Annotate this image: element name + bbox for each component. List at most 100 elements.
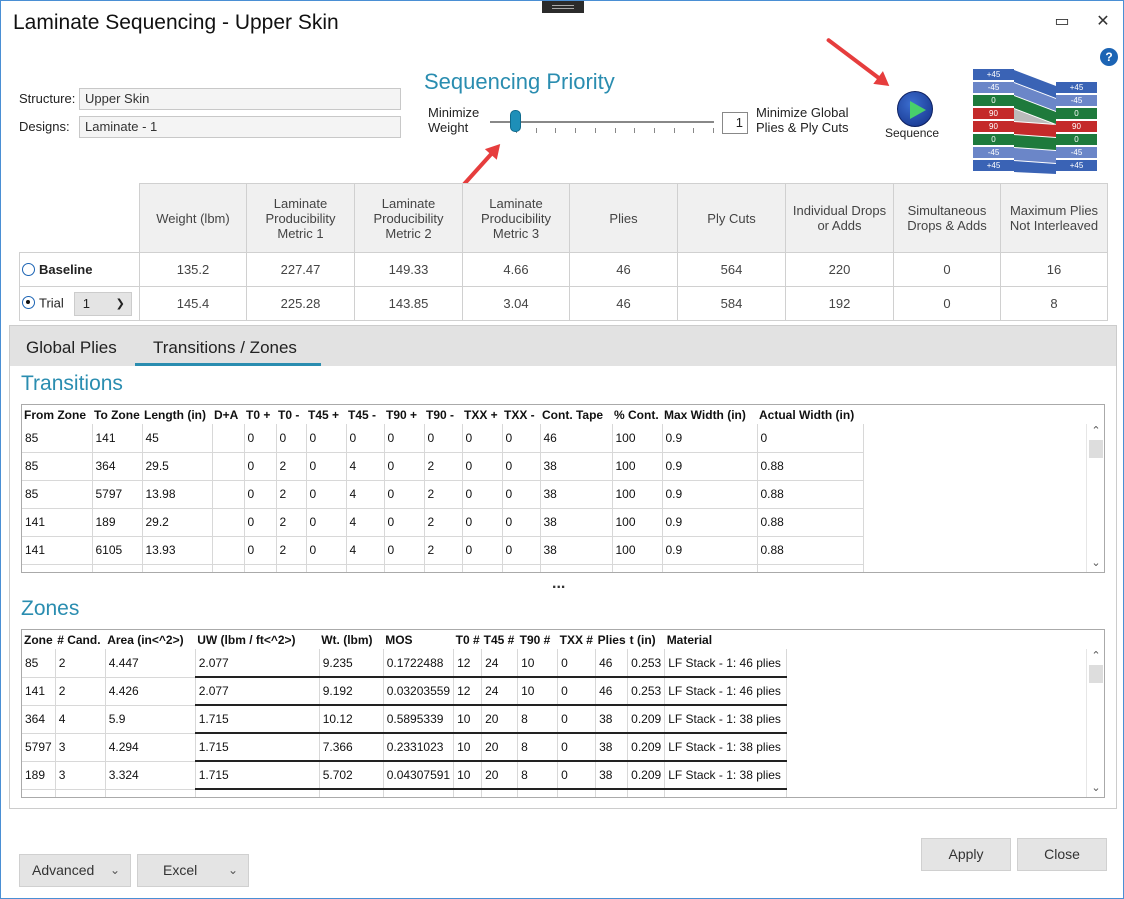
close-button[interactable]: Close xyxy=(1017,838,1107,871)
table-cell[interactable]: 0 xyxy=(462,480,503,509)
table-cell[interactable]: 0 xyxy=(462,452,503,481)
table-cell[interactable]: 100 xyxy=(612,452,663,481)
table-row[interactable]: 85 5797 13.98 0 2 0 4 0 2 0 0 38 100 0.9 0.88 xyxy=(22,480,864,509)
table-cell[interactable]: 10.12 xyxy=(319,705,384,734)
table-cell[interactable]: 5.9 xyxy=(105,705,196,734)
column-header[interactable]: TXX - xyxy=(502,405,540,424)
table-cell[interactable]: 8 xyxy=(517,705,559,734)
table-cell[interactable]: 0.9 xyxy=(662,508,758,537)
baseline-radio[interactable] xyxy=(22,263,35,276)
table-cell[interactable]: 12 xyxy=(453,677,483,706)
table-cell[interactable]: 4.447 xyxy=(105,649,196,678)
table-cell[interactable]: 13.93 xyxy=(142,536,213,565)
table-cell[interactable]: LF Stack - 1: 46 plies xyxy=(664,649,788,678)
trial-select[interactable]: 1 ❯ xyxy=(73,291,132,316)
table-cell[interactable]: 0 xyxy=(244,424,277,453)
table-cell[interactable]: 100 xyxy=(612,480,663,509)
table-cell[interactable]: 20 xyxy=(481,733,519,762)
table-cell[interactable]: 46 xyxy=(595,649,629,678)
table-cell[interactable]: 4 xyxy=(346,452,385,481)
scroll-up-icon[interactable]: ⌃ xyxy=(1091,651,1101,662)
table-cell[interactable]: 0 xyxy=(384,480,425,509)
table-cell[interactable] xyxy=(212,424,245,453)
table-cell[interactable]: 24 xyxy=(481,649,519,678)
table-cell[interactable]: 29.5 xyxy=(142,452,213,481)
table-cell[interactable]: 46 xyxy=(540,424,613,453)
baseline-row[interactable]: Baseline 135.2 227.47 149.33 4.66 46 564… xyxy=(19,252,1108,287)
table-cell[interactable]: 8 xyxy=(517,733,559,762)
table-cell[interactable]: 0 xyxy=(306,480,347,509)
column-header[interactable]: Zone xyxy=(22,630,55,649)
table-cell[interactable]: 9.192 xyxy=(319,677,384,706)
scroll-down-icon[interactable]: ⌄ xyxy=(1091,783,1101,794)
table-cell[interactable]: 0.03203559 xyxy=(383,677,455,706)
scroll-down-icon[interactable]: ⌄ xyxy=(1091,558,1101,569)
scroll-thumb[interactable] xyxy=(1089,440,1103,458)
table-cell[interactable]: 141 xyxy=(22,536,93,565)
table-cell[interactable]: 0.5895339 xyxy=(383,705,455,734)
table-cell[interactable]: 4 xyxy=(346,480,385,509)
column-header[interactable]: TXX + xyxy=(462,405,502,424)
table-cell[interactable]: 1.715 xyxy=(195,733,320,762)
table-cell[interactable]: 0.209 xyxy=(627,733,666,762)
table-cell[interactable]: 0 xyxy=(557,733,597,762)
table-cell[interactable]: 0 xyxy=(306,536,347,565)
table-cell[interactable]: 189 xyxy=(22,761,56,790)
table-cell[interactable]: 3.324 xyxy=(105,761,196,790)
table-cell[interactable]: 6105 xyxy=(92,536,143,565)
close-window-button[interactable]: ✕ xyxy=(1092,11,1114,33)
table-cell[interactable]: 38 xyxy=(540,536,613,565)
table-cell[interactable]: LF Stack - 1: 38 plies xyxy=(664,705,788,734)
transitions-scrollbar[interactable]: ⌃ ⌄ xyxy=(1086,424,1104,572)
excel-dropdown-button[interactable]: Excel ⌄ xyxy=(137,854,249,887)
drag-grip[interactable] xyxy=(542,1,584,13)
table-cell[interactable]: 0 xyxy=(502,508,541,537)
table-cell[interactable] xyxy=(212,536,245,565)
table-cell[interactable] xyxy=(212,508,245,537)
column-header[interactable]: T45 - xyxy=(346,405,384,424)
tab-global-plies[interactable]: Global Plies xyxy=(26,338,117,358)
column-header[interactable]: Plies xyxy=(596,630,628,649)
priority-slider-thumb[interactable] xyxy=(509,110,521,132)
table-cell[interactable]: 10 xyxy=(517,649,559,678)
table-cell[interactable]: 0 xyxy=(244,452,277,481)
table-cell[interactable]: 4 xyxy=(346,536,385,565)
table-cell[interactable]: 141 xyxy=(92,424,143,453)
column-header[interactable]: T90 - xyxy=(424,405,462,424)
table-row[interactable]: 189 3 3.324 1.715 5.702 0.04307591 10 20 8 0 38 0.2… xyxy=(22,761,788,790)
column-header[interactable]: Max Width (in) xyxy=(662,405,757,424)
table-cell[interactable]: 5.702 xyxy=(319,761,384,790)
table-cell[interactable]: 0 xyxy=(306,508,347,537)
table-cell[interactable]: 10 xyxy=(517,677,559,706)
table-cell[interactable]: 38 xyxy=(540,508,613,537)
table-cell[interactable]: 0 xyxy=(276,424,307,453)
zones-scrollbar[interactable]: ⌃ ⌄ xyxy=(1086,649,1104,797)
table-cell[interactable]: 100 xyxy=(612,508,663,537)
trial-radio[interactable] xyxy=(22,295,35,309)
table-cell[interactable]: 0 xyxy=(462,508,503,537)
column-header[interactable]: T45 # xyxy=(482,630,518,649)
table-cell[interactable]: 0 xyxy=(502,452,541,481)
baseline-radio-cell[interactable]: Baseline xyxy=(19,252,140,287)
table-cell[interactable]: 2.077 xyxy=(195,677,320,706)
table-cell[interactable]: 2 xyxy=(424,508,463,537)
table-cell[interactable]: 0 xyxy=(502,424,541,453)
table-cell[interactable]: 364 xyxy=(92,452,143,481)
table-cell[interactable]: 0.9 xyxy=(662,480,758,509)
table-cell[interactable]: 0 xyxy=(244,536,277,565)
scroll-up-icon[interactable]: ⌃ xyxy=(1091,426,1101,437)
table-cell[interactable]: 1.715 xyxy=(195,761,320,790)
table-cell[interactable]: 0 xyxy=(306,424,347,453)
table-cell[interactable]: 9.235 xyxy=(319,649,384,678)
table-row[interactable]: 85 141 45 0 0 0 0 0 0 0 0 46 100 0.9 0 xyxy=(22,424,864,453)
table-cell[interactable]: 2 xyxy=(276,508,307,537)
table-cell[interactable]: 0 xyxy=(384,424,425,453)
column-header[interactable]: T0 + xyxy=(244,405,276,424)
table-row[interactable]: 364 4 5.9 1.715 10.12 0.5895339 10 20 8 0 38 0.209 L… xyxy=(22,705,788,734)
table-cell[interactable]: 10 xyxy=(453,705,483,734)
table-cell[interactable]: 0 xyxy=(384,508,425,537)
table-cell[interactable]: 2 xyxy=(276,480,307,509)
table-cell[interactable]: 2 xyxy=(276,536,307,565)
table-cell[interactable]: 4 xyxy=(346,508,385,537)
table-cell[interactable]: 24 xyxy=(481,677,519,706)
